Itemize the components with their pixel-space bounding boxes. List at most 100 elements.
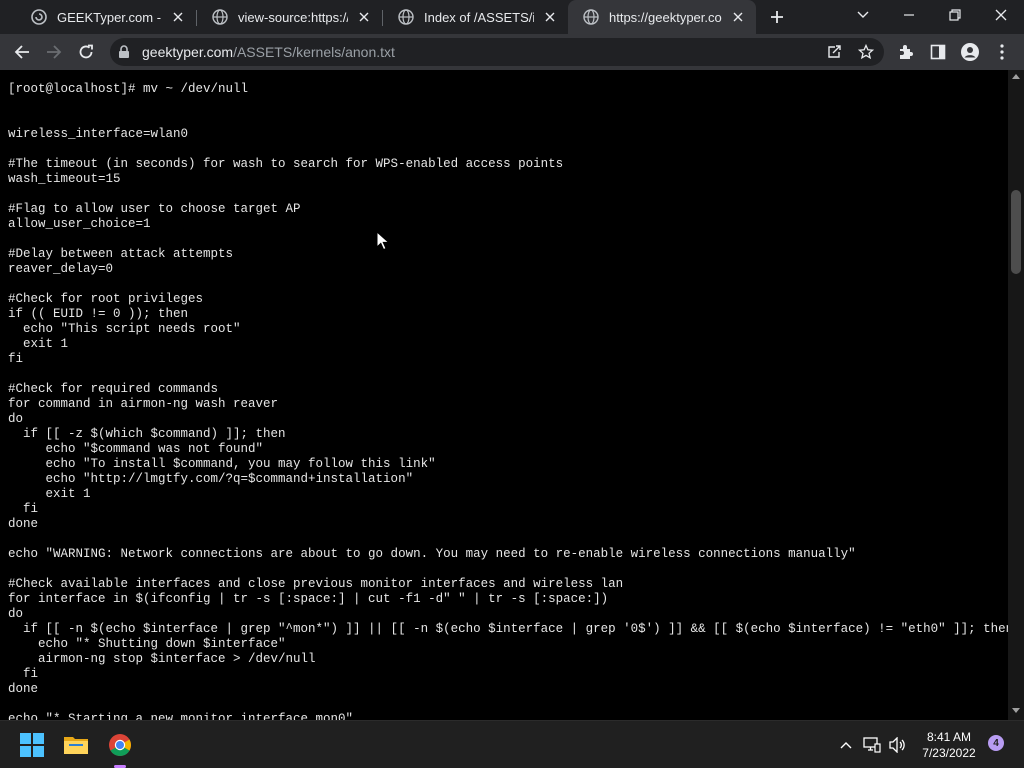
- chevron-up-icon: [840, 742, 852, 749]
- windows-taskbar: 8:41 AM 7/23/2022: [0, 720, 1024, 768]
- reload-icon: [79, 44, 93, 59]
- code-line: [root@localhost]# mv ~ /dev/null: [8, 82, 249, 96]
- tab-anon-txt[interactable]: https://geektyper.com/: [568, 0, 756, 34]
- code-line: wash_timeout=15: [8, 172, 121, 186]
- scroll-up-arrow-icon[interactable]: [1012, 74, 1020, 79]
- code-line: done: [8, 682, 39, 696]
- clock-date: 7/23/2022: [922, 746, 976, 760]
- close-tab-icon[interactable]: [542, 9, 558, 25]
- bookmark-button[interactable]: [856, 42, 876, 62]
- windows-logo-icon: [20, 733, 44, 757]
- tab-title: https://geektyper.com/: [609, 9, 722, 25]
- notification-badge[interactable]: 4: [988, 735, 1004, 751]
- lock-icon[interactable]: [118, 45, 130, 59]
- profile-button[interactable]: [960, 42, 980, 62]
- avatar-icon: [961, 43, 979, 61]
- code-line: allow_user_choice=1: [8, 217, 151, 231]
- forward-button[interactable]: [40, 38, 68, 66]
- minimize-button[interactable]: [886, 0, 932, 30]
- new-tab-button[interactable]: [766, 6, 788, 28]
- network-button[interactable]: [862, 735, 882, 755]
- file-explorer-button[interactable]: [60, 729, 92, 761]
- code-line: echo "To install $command, you may follo…: [8, 457, 436, 471]
- show-hidden-icons-button[interactable]: [836, 735, 856, 755]
- code-line: #Check for root privileges: [8, 292, 204, 306]
- tab-geektyper[interactable]: GEEKTyper.com - Hack: [16, 0, 196, 34]
- globe-icon: [583, 9, 599, 25]
- code-line: fi: [8, 352, 24, 366]
- code-line: echo "This script needs root": [8, 322, 241, 336]
- code-line: echo "* Shutting down $interface": [8, 637, 286, 651]
- plus-icon: [771, 11, 783, 23]
- arrow-left-icon: [14, 45, 29, 59]
- globe-icon: [212, 9, 228, 25]
- chrome-icon: [109, 734, 131, 756]
- mouse-cursor-icon: [376, 231, 390, 251]
- code-line: reaver_delay=0: [8, 262, 114, 276]
- code-line: for interface in $(ifconfig | tr -s [:sp…: [8, 592, 609, 606]
- volume-button[interactable]: [888, 735, 908, 755]
- tab-view-source[interactable]: view-source:https://ge: [197, 0, 382, 34]
- close-tab-icon[interactable]: [730, 9, 746, 25]
- close-tab-icon[interactable]: [170, 9, 186, 25]
- address-bar[interactable]: geektyper.com/ASSETS/kernels/anon.txt: [110, 38, 884, 66]
- code-line: #Delay between attack attempts: [8, 247, 234, 261]
- scroll-down-arrow-icon[interactable]: [1012, 708, 1020, 713]
- code-line: echo "$command was not found": [8, 442, 264, 456]
- code-line: if [[ -z $(which $command) ]]; then: [8, 427, 286, 441]
- tab-title: Index of /ASSETS/img: [424, 9, 534, 25]
- code-line: wireless_interface=wlan0: [8, 127, 189, 141]
- code-line: do: [8, 607, 24, 621]
- arrow-right-icon: [47, 45, 62, 59]
- speaker-icon: [889, 737, 905, 753]
- side-panel-button[interactable]: [928, 42, 948, 62]
- back-button[interactable]: [8, 38, 36, 66]
- chrome-taskbar-button[interactable]: [104, 729, 136, 761]
- code-line: exit 1: [8, 487, 91, 501]
- page-content: [root@localhost]# mv ~ /dev/null wireles…: [0, 70, 1008, 720]
- share-icon: [828, 45, 841, 58]
- restore-button[interactable]: [932, 0, 978, 30]
- code-line: #The timeout (in seconds) for wash to se…: [8, 157, 564, 171]
- close-icon: [995, 9, 1007, 21]
- side-panel-icon: [930, 44, 946, 60]
- close-tab-icon[interactable]: [356, 9, 372, 25]
- start-button[interactable]: [16, 729, 48, 761]
- tab-strip: GEEKTyper.com - Hack view-source:https:/…: [0, 0, 1024, 34]
- clock[interactable]: 8:41 AM 7/23/2022: [916, 729, 982, 761]
- more-vert-icon: [1000, 44, 1004, 60]
- vertical-scrollbar[interactable]: [1008, 70, 1024, 720]
- tab-title: GEEKTyper.com - Hack: [57, 9, 162, 25]
- scrollbar-thumb[interactable]: [1011, 190, 1021, 274]
- reload-button[interactable]: [72, 38, 100, 66]
- network-icon: [863, 737, 881, 753]
- share-button[interactable]: [824, 42, 844, 62]
- chrome-menu-button[interactable]: [992, 42, 1012, 62]
- url-text[interactable]: geektyper.com/ASSETS/kernels/anon.txt: [142, 44, 395, 60]
- geektyper-favicon-icon: [31, 9, 47, 25]
- code-line: do: [8, 412, 24, 426]
- extensions-button[interactable]: [896, 42, 916, 62]
- code-line: fi: [8, 667, 39, 681]
- code-line: exit 1: [8, 337, 69, 351]
- code-line: airmon-ng stop $interface > /dev/null: [8, 652, 316, 666]
- clock-time: 8:41 AM: [926, 730, 972, 744]
- tab-index-assets[interactable]: Index of /ASSETS/img: [383, 0, 568, 34]
- restore-icon: [949, 9, 961, 21]
- browser-toolbar: geektyper.com/ASSETS/kernels/anon.txt: [0, 34, 1024, 70]
- close-window-button[interactable]: [978, 0, 1024, 30]
- tab-search-button[interactable]: [840, 0, 886, 30]
- code-line: if [[ -n $(echo $interface | grep "^mon*…: [8, 622, 1008, 636]
- code-line: fi: [8, 502, 39, 516]
- code-line: echo "WARNING: Network connections are a…: [8, 547, 856, 561]
